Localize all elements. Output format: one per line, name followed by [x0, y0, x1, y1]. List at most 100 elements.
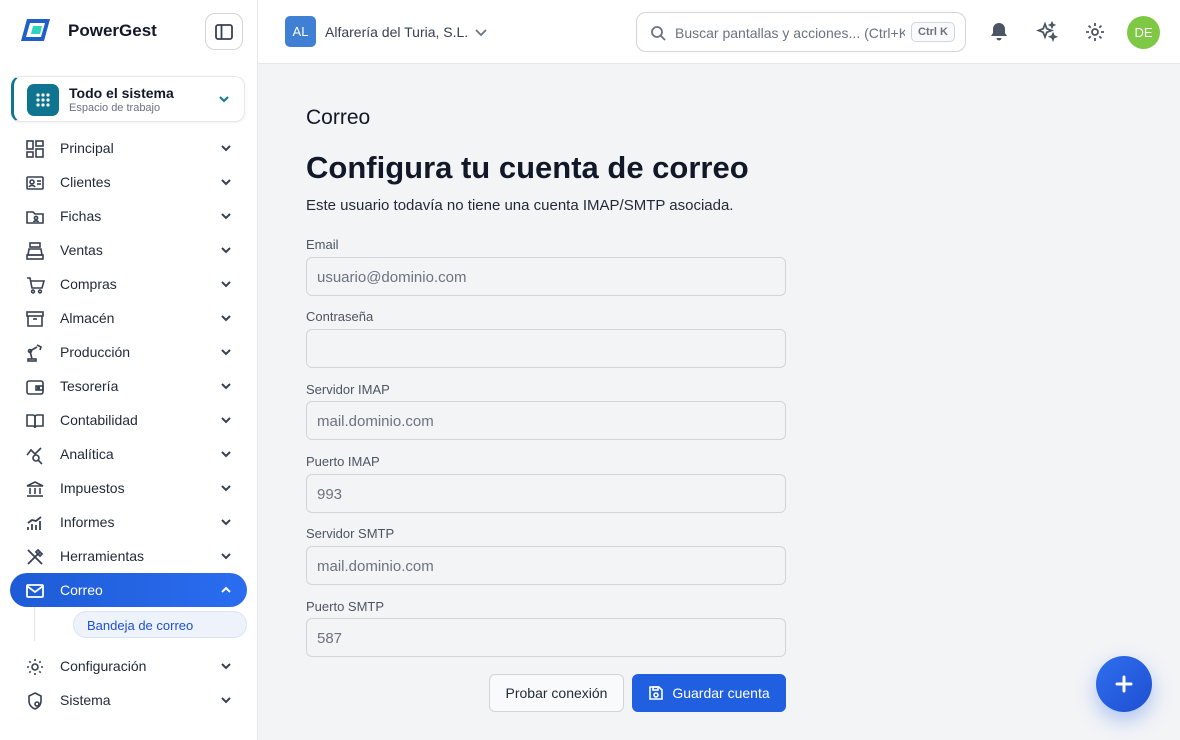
dashboard-icon	[26, 140, 44, 158]
sidebar-item-produccion[interactable]: Producción	[10, 335, 247, 369]
robot-arm-icon	[27, 344, 42, 362]
sidebar-item-correo[interactable]: Correo	[10, 573, 247, 607]
chevron-down-icon	[221, 519, 231, 526]
save-account-button[interactable]: Guardar cuenta	[632, 674, 786, 712]
archive-box-icon	[26, 311, 44, 327]
sidebar-subitem-label: Bandeja de correo	[87, 618, 194, 633]
sidebar-item-tesoreria[interactable]: Tesorería	[10, 369, 247, 403]
imap-server-label: Servidor IMAP	[306, 382, 390, 397]
email-field[interactable]: usuario@dominio.com	[306, 257, 786, 296]
sidebar-item-configuracion[interactable]: Configuración	[10, 649, 247, 683]
gear-icon	[27, 659, 43, 675]
chevron-down-icon	[221, 349, 231, 356]
brand: PowerGest	[0, 0, 258, 64]
app-name: PowerGest	[68, 21, 157, 40]
smtp-port-placeholder: 587	[317, 630, 343, 647]
sidebar-item-informes[interactable]: Informes	[10, 505, 247, 539]
workspace-selector[interactable]: Todo el sistema Espacio de trabajo	[11, 76, 245, 122]
sidebar-item-contabilidad[interactable]: Contabilidad	[10, 403, 247, 437]
sidebar-nav: Principal Clientes Fichas Ventas Compras…	[10, 131, 247, 717]
sidebar-item-almacen[interactable]: Almacén	[10, 301, 247, 335]
chevron-down-icon	[221, 179, 231, 186]
sidebar-item-label: Sistema	[60, 692, 111, 708]
chevron-down-icon	[221, 417, 231, 424]
chart-search-icon	[26, 447, 43, 465]
chevron-down-icon	[221, 315, 231, 322]
sidebar-item-clientes[interactable]: Clientes	[10, 165, 247, 199]
chevron-down-icon	[221, 383, 231, 390]
book-icon	[26, 414, 44, 429]
grid-icon	[27, 84, 59, 116]
topbar: AL Alfarería del Turia, S.L. Buscar pant…	[258, 0, 1180, 64]
sidebar-item-fichas[interactable]: Fichas	[10, 199, 247, 233]
smtp-server-label: Servidor SMTP	[306, 526, 395, 541]
chevron-down-icon[interactable]	[473, 24, 489, 40]
sidebar: PowerGest Todo el sistema Espacio de tra…	[0, 0, 258, 740]
imap-server-placeholder: mail.dominio.com	[317, 413, 434, 430]
sidebar-item-analitica[interactable]: Analítica	[10, 437, 247, 471]
smtp-port-label: Puerto SMTP	[306, 599, 385, 614]
sidebar-subitem-bandeja[interactable]: Bandeja de correo	[73, 611, 247, 638]
sidebar-item-label: Impuestos	[60, 480, 125, 496]
sidebar-item-compras[interactable]: Compras	[10, 267, 247, 301]
imap-port-field[interactable]: 993	[306, 474, 786, 513]
app-logo-icon	[21, 19, 50, 41]
search-placeholder: Buscar pantallas y acciones... (Ctrl+K)	[675, 25, 905, 41]
password-label: Contraseña	[306, 309, 374, 324]
gear-icon[interactable]	[1084, 21, 1106, 43]
smtp-server-placeholder: mail.dominio.com	[317, 558, 434, 575]
sidebar-item-impuestos[interactable]: Impuestos	[10, 471, 247, 505]
sidebar-item-label: Principal	[60, 140, 114, 156]
bank-icon	[26, 481, 44, 497]
shield-gear-icon	[28, 692, 42, 710]
workspace-title: Todo el sistema	[69, 85, 174, 101]
smtp-port-field[interactable]: 587	[306, 618, 786, 657]
email-label: Email	[306, 237, 339, 252]
sidebar-item-ventas[interactable]: Ventas	[10, 233, 247, 267]
chevron-down-icon	[221, 451, 231, 458]
sidebar-item-label: Tesorería	[60, 378, 119, 394]
sidebar-item-principal[interactable]: Principal	[10, 131, 247, 165]
sidebar-item-sistema[interactable]: Sistema	[10, 683, 247, 717]
chevron-down-icon	[221, 663, 231, 670]
plus-icon	[1115, 675, 1133, 693]
correo-submenu: Bandeja de correo	[10, 607, 247, 649]
sidebar-item-label: Herramientas	[60, 548, 145, 564]
sidebar-item-herramientas[interactable]: Herramientas	[10, 539, 247, 573]
sidebar-toggle-button[interactable]	[205, 13, 243, 50]
search-input[interactable]: Buscar pantallas y acciones... (Ctrl+K) …	[636, 12, 966, 52]
chevron-down-icon	[221, 697, 231, 704]
bell-icon[interactable]	[988, 21, 1010, 43]
submenu-guide-line	[34, 607, 35, 641]
user-avatar[interactable]: DE	[1127, 16, 1160, 49]
sidebar-item-label: Correo	[60, 582, 103, 598]
wallet-icon	[26, 380, 44, 395]
contact-card-icon	[26, 176, 44, 190]
sparkles-icon[interactable]	[1036, 21, 1058, 43]
search-icon	[651, 26, 666, 41]
chevron-down-icon	[221, 281, 231, 288]
sidebar-item-label: Clientes	[60, 174, 111, 190]
mail-icon	[26, 584, 44, 598]
sidebar-item-label: Ventas	[60, 242, 103, 258]
imap-port-label: Puerto IMAP	[306, 454, 380, 469]
sidebar-item-label: Fichas	[60, 208, 102, 224]
imap-server-field[interactable]: mail.dominio.com	[306, 401, 786, 440]
password-field[interactable]	[306, 329, 786, 368]
company-avatar[interactable]: AL	[285, 16, 316, 47]
page-title: Configura tu cuenta de correo	[306, 150, 749, 185]
floating-add-button[interactable]	[1096, 656, 1152, 712]
floppy-disk-icon	[649, 686, 664, 700]
company-name[interactable]: Alfarería del Turia, S.L.	[325, 24, 468, 40]
chevron-down-icon	[221, 485, 231, 492]
cart-icon	[27, 277, 45, 294]
chevron-down-icon	[221, 247, 231, 254]
workspace-subtitle: Espacio de trabajo	[69, 102, 161, 114]
sidebar-item-label: Contabilidad	[60, 412, 138, 428]
sidebar-item-label: Analítica	[60, 446, 114, 462]
smtp-server-field[interactable]: mail.dominio.com	[306, 546, 786, 585]
sidebar-item-label: Almacén	[60, 310, 115, 326]
sidebar-panel-icon	[215, 23, 233, 40]
chevron-up-icon	[221, 586, 231, 593]
test-connection-button[interactable]: Probar conexión	[489, 674, 624, 712]
